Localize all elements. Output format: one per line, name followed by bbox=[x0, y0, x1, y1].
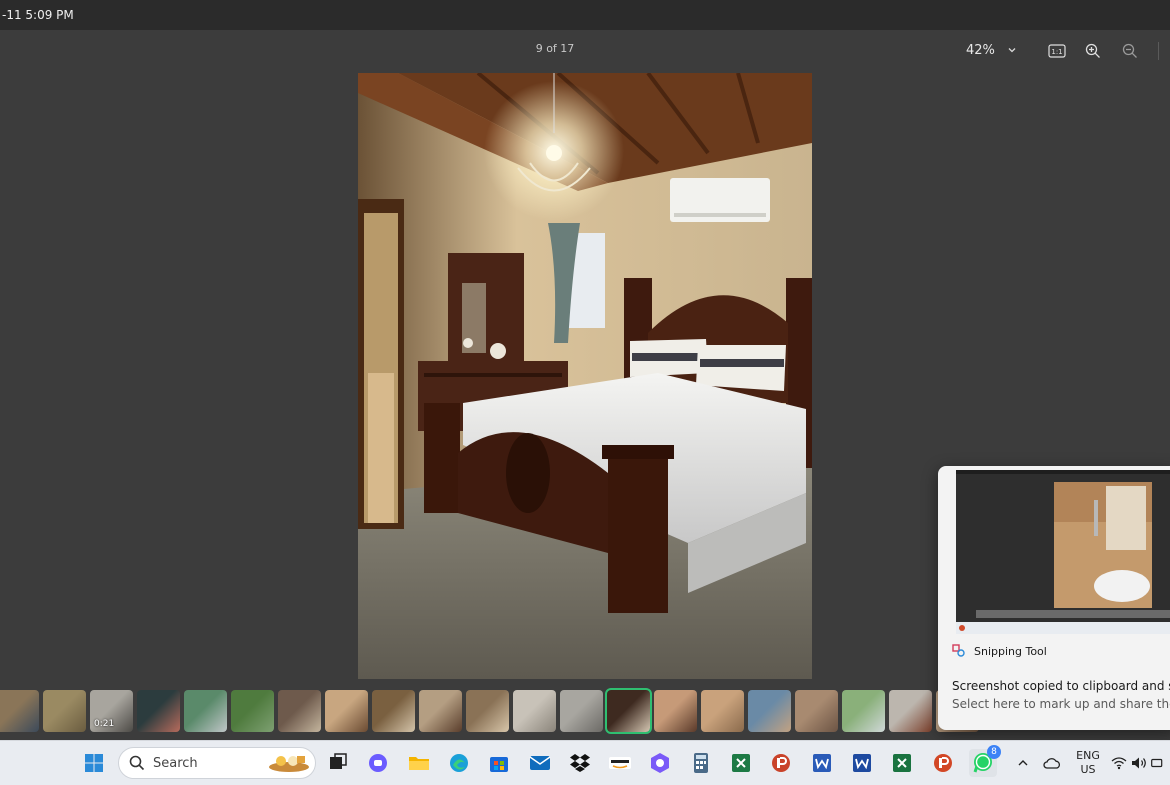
store-icon bbox=[490, 757, 508, 772]
thumbnail[interactable] bbox=[701, 690, 744, 732]
image-counter: 9 of 17 bbox=[535, 42, 575, 55]
cloud-icon bbox=[1043, 758, 1060, 769]
dropbox-icon bbox=[570, 754, 590, 772]
folder-icon bbox=[409, 757, 429, 770]
zoom-level-dropdown[interactable]: 42% bbox=[966, 38, 1017, 62]
windows-logo-icon bbox=[85, 754, 103, 772]
search-icon bbox=[129, 755, 145, 771]
screenshot-preview bbox=[956, 470, 1170, 634]
actual-size-icon: 1:1 bbox=[1048, 44, 1066, 58]
search-highlight-icon bbox=[269, 756, 309, 772]
task-view-button[interactable] bbox=[324, 749, 352, 777]
thumbnail[interactable]: 0:21 bbox=[90, 690, 133, 732]
excel-app-2-button[interactable] bbox=[888, 749, 916, 777]
excel-icon bbox=[732, 754, 750, 772]
mail-icon bbox=[529, 756, 551, 770]
thumbnail[interactable] bbox=[560, 690, 603, 732]
store-app-button[interactable] bbox=[485, 749, 513, 777]
wifi-icon bbox=[1111, 757, 1127, 770]
word-icon bbox=[813, 754, 831, 772]
chevron-down-icon bbox=[1008, 48, 1016, 53]
chevron-up-icon bbox=[1018, 760, 1028, 766]
copilot-icon bbox=[651, 753, 669, 773]
zoom-out-icon bbox=[1122, 43, 1137, 58]
snipping-tool-icon bbox=[952, 644, 965, 657]
toolbar-divider bbox=[1158, 42, 1159, 60]
thumbnail[interactable] bbox=[278, 690, 321, 732]
quick-settings-button[interactable] bbox=[1110, 749, 1164, 777]
language-indicator[interactable]: ENG US bbox=[1072, 749, 1104, 777]
copilot-app-button[interactable] bbox=[646, 749, 674, 777]
taskbar: Search 8 ENG US bbox=[0, 740, 1170, 785]
chat-app-button[interactable] bbox=[364, 749, 392, 777]
toast-app-header: Snipping Tool bbox=[952, 644, 1047, 658]
clock-text: -11 5:09 PM bbox=[2, 8, 74, 22]
notification-badge: 8 bbox=[987, 745, 1001, 759]
thumbnail[interactable] bbox=[372, 690, 415, 732]
thumbnail[interactable] bbox=[842, 690, 885, 732]
zoom-out-button[interactable] bbox=[1117, 38, 1143, 64]
thumbnail-selected[interactable] bbox=[605, 688, 652, 734]
video-duration: 0:21 bbox=[94, 719, 115, 729]
mail-app-button[interactable] bbox=[526, 749, 554, 777]
powerpoint-icon bbox=[934, 754, 952, 772]
chat-icon bbox=[369, 754, 387, 772]
thumbnail[interactable] bbox=[513, 690, 556, 732]
thumbnail[interactable] bbox=[748, 690, 791, 732]
word-app-button[interactable] bbox=[808, 749, 836, 777]
title-bar: -11 5:09 PM bbox=[0, 0, 1170, 30]
language-code: ENG bbox=[1076, 749, 1100, 762]
edge-browser-button[interactable] bbox=[445, 749, 473, 777]
snipping-tool-notification[interactable]: Snipping Tool Screenshot copied to clipb… bbox=[938, 466, 1170, 730]
zoom-level-value: 42% bbox=[966, 42, 995, 58]
thumbnail[interactable] bbox=[325, 690, 368, 732]
battery-icon bbox=[1151, 758, 1163, 768]
thumbnail[interactable] bbox=[43, 690, 86, 732]
actual-size-button[interactable]: 1:1 bbox=[1044, 38, 1070, 64]
taskbar-search[interactable]: Search bbox=[118, 747, 316, 779]
actual-size-label: 1:1 bbox=[1051, 48, 1062, 56]
thumbnail[interactable] bbox=[654, 690, 697, 732]
thumbnail[interactable] bbox=[184, 690, 227, 732]
zoom-in-button[interactable] bbox=[1080, 38, 1106, 64]
thumbnail[interactable] bbox=[889, 690, 932, 732]
thumbnail[interactable] bbox=[231, 690, 274, 732]
viewer-toolbar: 9 of 17 42% 1:1 bbox=[0, 30, 1170, 70]
edge-icon bbox=[450, 754, 468, 772]
powerpoint-app-button[interactable] bbox=[767, 749, 795, 777]
calculator-app-button[interactable] bbox=[687, 749, 715, 777]
thumbnail[interactable] bbox=[419, 690, 462, 732]
amazon-icon bbox=[609, 757, 631, 769]
word-icon bbox=[853, 754, 871, 772]
whatsapp-app-button[interactable]: 8 bbox=[969, 745, 1001, 777]
calculator-icon bbox=[694, 753, 708, 773]
powerpoint-icon bbox=[772, 754, 790, 772]
region-code: US bbox=[1080, 763, 1096, 776]
toast-message: Screenshot copied to clipboard and sav bbox=[952, 679, 1170, 693]
thumbnail[interactable] bbox=[0, 690, 39, 732]
thumbnail[interactable] bbox=[466, 690, 509, 732]
bedroom-photo bbox=[358, 73, 812, 679]
thumbnail[interactable] bbox=[137, 690, 180, 732]
word-app-2-button[interactable] bbox=[848, 749, 876, 777]
excel-app-button[interactable] bbox=[727, 749, 755, 777]
task-view-icon bbox=[330, 753, 347, 769]
excel-icon bbox=[893, 754, 911, 772]
toast-instruction: Select here to mark up and share the in bbox=[952, 697, 1170, 711]
dropbox-app-button[interactable] bbox=[566, 749, 594, 777]
onedrive-button[interactable] bbox=[1038, 749, 1066, 777]
search-label: Search bbox=[153, 755, 198, 771]
toast-app-name: Snipping Tool bbox=[974, 644, 1047, 658]
show-hidden-icons-button[interactable] bbox=[1012, 749, 1034, 777]
powerpoint-app-2-button[interactable] bbox=[929, 749, 957, 777]
zoom-in-icon bbox=[1085, 43, 1100, 58]
amazon-app-button[interactable] bbox=[606, 749, 634, 777]
file-explorer-button[interactable] bbox=[405, 749, 433, 777]
volume-icon bbox=[1132, 757, 1146, 769]
thumbnail[interactable] bbox=[795, 690, 838, 732]
start-button[interactable] bbox=[80, 749, 108, 777]
